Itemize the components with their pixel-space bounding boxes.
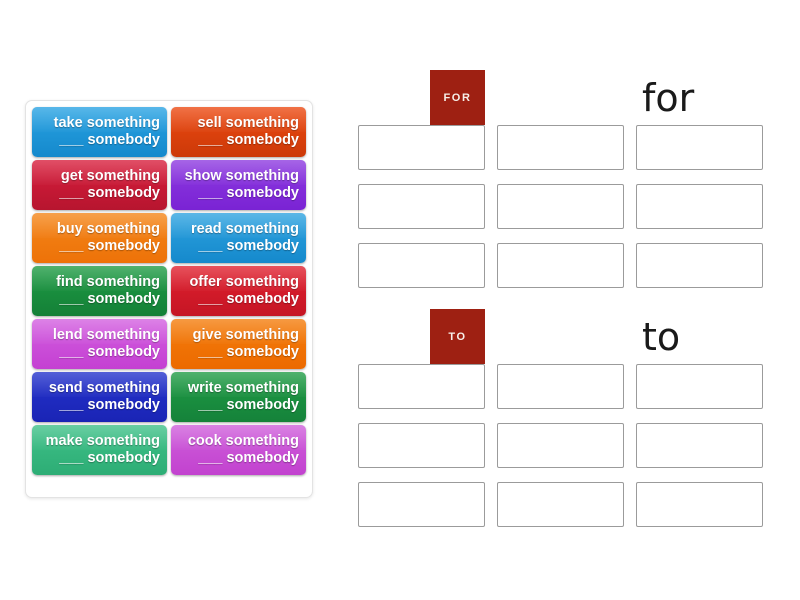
word-tile[interactable]: get something ___ somebody [32,160,167,210]
word-bank-panel: take something ___ somebody sell something… [25,100,313,498]
word-tile-line-2: ___ somebody [198,132,299,148]
word-tile-line-1: get something [60,168,160,184]
word-tile-line-2: ___ somebody [198,291,299,307]
word-tile[interactable]: make something ___ somebody [32,425,167,475]
word-tile-line-2: ___ somebody [59,450,160,466]
drop-zone-to-9[interactable] [636,482,763,527]
drop-zone-to-5[interactable] [497,423,624,468]
word-tile-line-2: ___ somebody [198,450,299,466]
drop-zone-to-1[interactable] [358,364,485,409]
word-tile-line-2: ___ somebody [198,185,299,201]
drop-zone-to-4[interactable] [358,423,485,468]
word-tile-line-2: ___ somebody [198,238,299,254]
word-tile-line-2: ___ somebody [198,344,299,360]
word-tile[interactable]: sell something ___ somebody [171,107,306,157]
word-tile[interactable]: send something ___ somebody [32,372,167,422]
word-tile[interactable]: show something ___ somebody [171,160,306,210]
word-tile[interactable]: find something ___ somebody [32,266,167,316]
word-tile-line-1: write something [187,380,299,396]
word-tile-line-2: ___ somebody [198,397,299,413]
word-tile-line-2: ___ somebody [59,397,160,413]
word-tile-line-1: read something [191,221,299,237]
word-tile[interactable]: take something ___ somebody [32,107,167,157]
word-tile[interactable]: give something ___ somebody [171,319,306,369]
word-tile-line-1: take something [53,115,160,131]
drop-zone-for-2[interactable] [497,125,624,170]
word-tile[interactable]: write something ___ somebody [171,372,306,422]
drop-zone-for-7[interactable] [358,243,485,288]
group-title-for: for [642,76,695,120]
word-tile-line-1: give something [192,327,299,343]
word-tile-line-2: ___ somebody [59,132,160,148]
drop-zone-for-9[interactable] [636,243,763,288]
activity-canvas: take something ___ somebody sell something… [0,0,800,600]
word-tile-line-2: ___ somebody [59,291,160,307]
word-tile-line-1: make something [45,433,160,449]
drop-zone-to-7[interactable] [358,482,485,527]
drop-zone-for-6[interactable] [636,184,763,229]
word-tile-line-2: ___ somebody [59,344,160,360]
drop-zone-to-6[interactable] [636,423,763,468]
drop-zone-for-4[interactable] [358,184,485,229]
drop-zone-for-5[interactable] [497,184,624,229]
word-tile[interactable]: cook something ___ somebody [171,425,306,475]
group-badge-for: FOR [430,70,485,125]
group-badge-to: TO [430,309,485,364]
word-tile-line-1: send something [48,380,160,396]
word-tile-line-1: show something [184,168,299,184]
drop-zone-for-1[interactable] [358,125,485,170]
word-tile[interactable]: lend something ___ somebody [32,319,167,369]
drop-zone-for-8[interactable] [497,243,624,288]
drop-zone-to-8[interactable] [497,482,624,527]
word-tile-line-1: lend something [52,327,160,343]
drop-grid-for [358,125,763,288]
word-tile[interactable]: buy something ___ somebody [32,213,167,263]
drop-grid-to [358,364,763,527]
word-tile-line-1: find something [56,274,160,290]
word-tile-line-1: sell something [197,115,299,131]
word-tile[interactable]: offer something ___ somebody [171,266,306,316]
word-tile-line-1: buy something [56,221,160,237]
drop-zone-to-2[interactable] [497,364,624,409]
drop-zone-for-3[interactable] [636,125,763,170]
word-tile-line-1: offer something [189,274,299,290]
group-title-to: to [642,315,681,359]
word-tile-line-1: cook something [187,433,299,449]
word-tile-line-2: ___ somebody [59,238,160,254]
drop-zone-to-3[interactable] [636,364,763,409]
word-tile[interactable]: read something ___ somebody [171,213,306,263]
word-tile-line-2: ___ somebody [59,185,160,201]
word-tile-grid: take something ___ somebody sell something… [32,107,306,475]
